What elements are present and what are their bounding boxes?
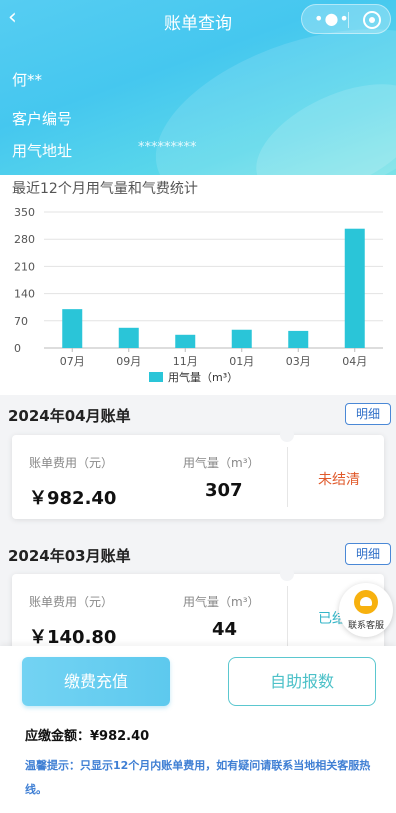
gas-value: 44 (212, 619, 238, 640)
detail-button-april[interactable]: 明细 (345, 403, 391, 425)
x-tick-label: 04月 (342, 355, 367, 368)
customer-service-icon (354, 590, 378, 614)
bar (175, 334, 196, 348)
gas-label: 用气量（m³） (183, 595, 260, 609)
usage-bar-chart: 0 70 140 210 280 350 07月 09月 11月 01月 03月 04月用气量（m³） (14, 206, 383, 384)
address-value: ********* (138, 140, 197, 155)
warm-tip: 温馨提示：只显示12个月内账单费用，如有疑问请联系当地相关客服热线。 (25, 759, 371, 796)
y-tick-label: 350 (14, 206, 35, 219)
address-label: 用气地址 (12, 142, 73, 160)
mini-program-capsule: •●• (301, 4, 391, 34)
bill-status: 未结清 (318, 472, 360, 488)
bar (118, 327, 139, 348)
gas-label: 用气量（m³） (183, 456, 260, 470)
x-tick-label: 01月 (229, 355, 254, 368)
fee-label: 账单费用（元） (29, 456, 114, 470)
fee-label: 账单费用（元） (29, 595, 114, 609)
customer-service-label: 联系客服 (347, 621, 384, 631)
y-tick-label: 0 (14, 342, 21, 355)
x-tick-label: 11月 (173, 355, 198, 368)
customer-number-label: 客户编号 (12, 110, 73, 128)
bar (344, 228, 365, 348)
y-tick-label: 280 (14, 233, 35, 246)
detail-button-march[interactable]: 明细 (345, 543, 391, 565)
amount-due: 应缴金额：¥982.40 (25, 729, 150, 744)
target-close-icon[interactable] (363, 11, 381, 29)
fee-value: ￥982.40 (29, 488, 117, 509)
more-dots-icon[interactable]: •●• (314, 9, 350, 28)
x-tick-label: 07月 (60, 355, 85, 368)
chart-title: 最近12个月用气量和气费统计 (12, 181, 198, 197)
bar (231, 329, 252, 348)
pay-recharge-button[interactable]: 缴费充值 (22, 657, 170, 706)
bottom-action-panel: 缴费充值 自助报数 应缴金额：¥982.40 温馨提示：只显示12个月内账单费用… (0, 646, 396, 813)
bar (62, 309, 83, 348)
bill-card-april[interactable]: 账单费用（元） ￥982.40 用气量（m³） 307 未结清 (12, 428, 384, 519)
customer-name: 何** (12, 71, 43, 89)
usage-chart-section: 最近12个月用气量和气费统计 0 70 140 210 280 350 07月 09月 11月 0… (0, 175, 396, 395)
bill-title-march: 2024年03月账单 (8, 547, 131, 565)
customer-service-button[interactable]: 联系客服 (339, 583, 393, 637)
bill-query-page: ‹ 账单查询 •●• 何** 客户编号 用气地址 ********* 最近12个… (0, 0, 396, 813)
y-tick-label: 140 (14, 288, 35, 301)
y-tick-label: 210 (14, 260, 35, 273)
x-tick-label: 03月 (286, 355, 311, 368)
x-tick-label: 09月 (116, 355, 141, 368)
gas-value: 307 (205, 480, 243, 501)
legend-label: 用气量（m³） (168, 370, 238, 384)
header-banner: ‹ 账单查询 •●• 何** 客户编号 用气地址 ********* (0, 0, 396, 246)
y-tick-label: 70 (14, 315, 28, 328)
legend-swatch (149, 372, 163, 382)
self-report-button[interactable]: 自助报数 (228, 657, 376, 706)
bar (288, 330, 309, 348)
bill-title-april: 2024年04月账单 (8, 407, 131, 425)
